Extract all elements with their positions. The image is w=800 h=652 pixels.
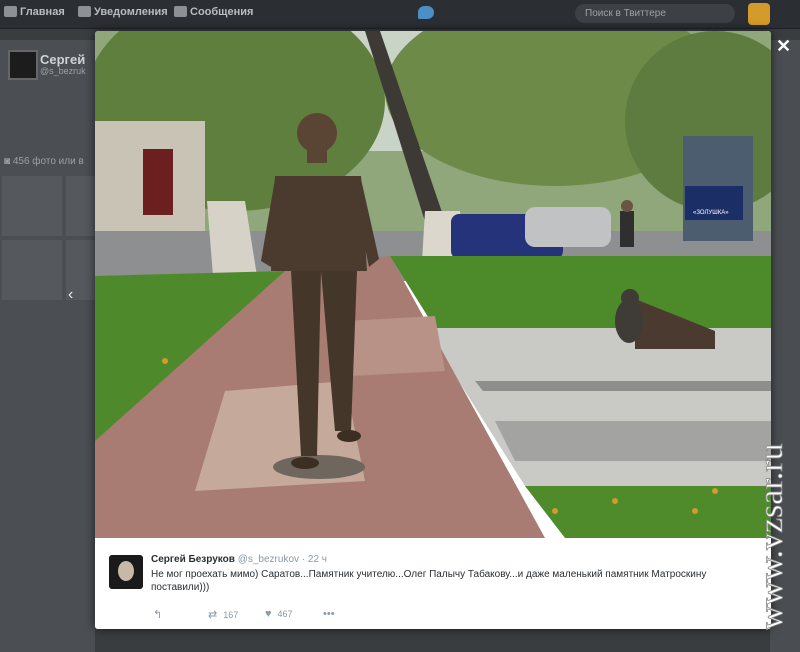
watermark: www.vzsar.ru xyxy=(753,443,791,630)
top-navigation: Главная Уведомления Сообщения Поиск в Тв… xyxy=(0,0,800,29)
reply-icon: ↰ xyxy=(153,609,163,621)
photo-scene: «ЗОЛУШКА» xyxy=(95,31,771,538)
photo-thumbnail[interactable] xyxy=(66,176,95,236)
nav-notifications[interactable]: Уведомления xyxy=(78,6,168,18)
more-button[interactable]: ••• xyxy=(323,608,341,620)
profile-avatar xyxy=(8,50,38,80)
like-button[interactable]: ♥ 467 xyxy=(265,608,293,620)
tweet-header: Сергей Безруков @s_bezrukov · 22 ч xyxy=(151,554,327,565)
photos-link[interactable]: ◙ 456 фото или в xyxy=(4,156,84,167)
twitter-bird-icon[interactable] xyxy=(418,6,434,19)
close-icon[interactable]: ✕ xyxy=(776,36,791,57)
tweet-time[interactable]: · 22 ч xyxy=(302,554,327,565)
home-icon xyxy=(4,6,17,17)
envelope-icon xyxy=(174,6,187,17)
like-count: 467 xyxy=(277,609,293,619)
search-input[interactable]: Поиск в Твиттере xyxy=(575,4,735,23)
photo-thumbnail[interactable] xyxy=(2,240,62,300)
author-handle[interactable]: @s_bezrukov xyxy=(238,554,299,565)
media-modal: «ЗОЛУШКА» Сергей Безруков @s_bezrukov · … xyxy=(95,31,771,629)
more-icon: ••• xyxy=(323,608,335,620)
svg-text:www.vzsar.ru: www.vzsar.ru xyxy=(753,443,790,630)
profile-handle: @s_bezruk xyxy=(40,66,86,76)
chevron-left-icon[interactable]: ‹ xyxy=(68,286,73,304)
camera-icon: ◙ xyxy=(4,156,13,167)
nav-messages[interactable]: Сообщения xyxy=(174,6,253,18)
background-profile-panel xyxy=(0,40,95,652)
profile-name: Сергей xyxy=(40,52,86,67)
heart-icon: ♥ xyxy=(265,608,272,620)
avatar[interactable] xyxy=(109,555,143,589)
retweet-button[interactable]: ⇄ 167 xyxy=(208,608,238,621)
author-name[interactable]: Сергей Безруков xyxy=(151,554,235,565)
tweet-photo[interactable]: «ЗОЛУШКА» xyxy=(95,31,771,538)
avatar[interactable] xyxy=(748,3,770,25)
poster-text: «ЗОЛУШКА» xyxy=(693,210,729,216)
photo-thumbnail[interactable] xyxy=(2,176,62,236)
retweet-count: 167 xyxy=(223,610,239,620)
retweet-icon: ⇄ xyxy=(208,609,218,621)
tweet-text: Не мог проехать мимо) Саратов...Памятник… xyxy=(151,569,707,593)
reply-button[interactable]: ↰ xyxy=(153,608,168,621)
bell-icon xyxy=(78,6,91,17)
avatar-face xyxy=(118,561,134,581)
nav-home[interactable]: Главная xyxy=(4,6,65,18)
tweet-card: Сергей Безруков @s_bezrukov · 22 ч Не мо… xyxy=(95,538,771,629)
